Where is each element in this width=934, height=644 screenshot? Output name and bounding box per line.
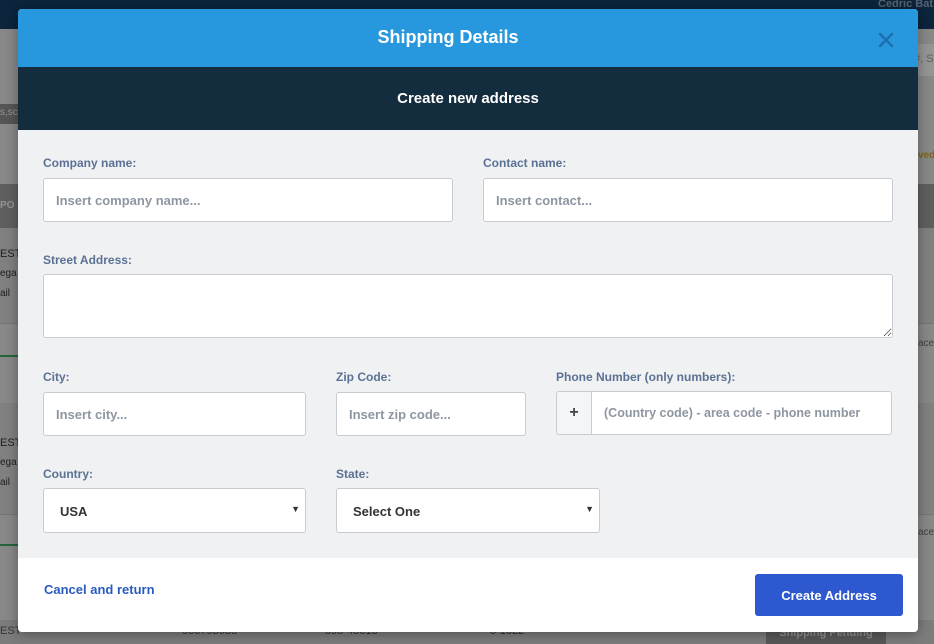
cancel-and-return-link[interactable]: Cancel and return xyxy=(44,582,155,597)
city-input[interactable] xyxy=(43,392,306,436)
phone-prefix: + xyxy=(556,391,591,435)
contact-name-input[interactable] xyxy=(483,178,893,222)
chevron-down-icon: ▼ xyxy=(585,504,594,514)
modal-title: Shipping Details xyxy=(377,27,519,47)
shipping-details-modal: Shipping Details Create new address Comp… xyxy=(18,9,918,632)
modal-header: Shipping Details xyxy=(18,9,918,67)
state-label: State: xyxy=(336,467,370,481)
phone-input-group: + xyxy=(556,391,892,435)
state-selected-value: Select One xyxy=(353,504,421,519)
state-select[interactable]: Select One ▼ xyxy=(336,488,600,533)
city-label: City: xyxy=(43,370,70,384)
zip-code-label: Zip Code: xyxy=(336,370,392,384)
chevron-down-icon: ▼ xyxy=(291,504,300,514)
company-name-input[interactable] xyxy=(43,178,453,222)
phone-number-input[interactable] xyxy=(591,391,892,435)
street-address-input[interactable] xyxy=(43,274,893,338)
country-selected-value: USA xyxy=(60,504,88,519)
company-name-label: Company name: xyxy=(43,156,137,170)
zip-code-input[interactable] xyxy=(336,392,526,436)
create-address-button[interactable]: Create Address xyxy=(755,574,903,616)
modal-footer: Cancel and return Create Address xyxy=(18,558,918,632)
country-label: Country: xyxy=(43,467,93,481)
phone-number-label: Phone Number (only numbers): xyxy=(556,370,736,384)
street-address-label: Street Address: xyxy=(43,253,132,267)
contact-name-label: Contact name: xyxy=(483,156,567,170)
close-icon[interactable] xyxy=(875,29,897,51)
address-form: Company name: Contact name: Street Addre… xyxy=(18,130,918,558)
subheader-title: Create new address xyxy=(397,90,539,107)
modal-subheader: Create new address xyxy=(18,67,918,130)
country-select[interactable]: USA ▼ xyxy=(43,488,306,533)
